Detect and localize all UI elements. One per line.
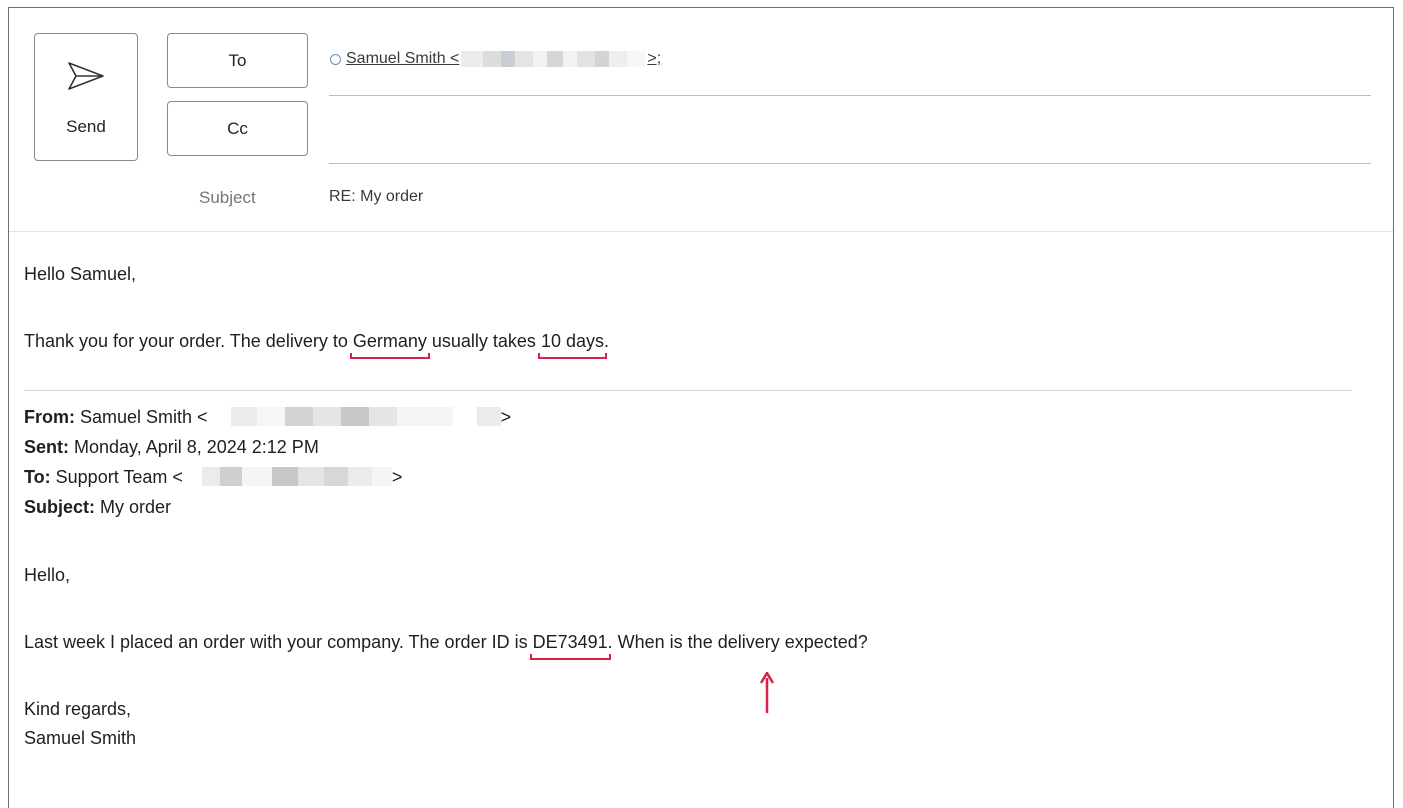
quoted-text-2: . When is the delivery expected? (607, 632, 868, 652)
reply-greeting: Hello Samuel, (24, 264, 137, 284)
quoted-subject: Subject: My order (24, 497, 171, 518)
quoted-greeting: Hello, (24, 565, 71, 585)
recipient-link[interactable]: Samuel Smith < >; (346, 50, 661, 68)
to-end: > (391, 467, 403, 487)
reply-text-1: Thank you for your order. The delivery t… (24, 331, 353, 351)
annotated-duration: 10 days (537, 331, 608, 359)
to-label: To: (24, 467, 51, 487)
from-value: Samuel Smith < (75, 407, 208, 427)
annotated-country: Germany (349, 331, 430, 359)
to-recipient[interactable]: Samuel Smith < >; (330, 50, 661, 68)
send-button[interactable]: Send (34, 33, 138, 161)
quoted-body: Last week I placed an order with your co… (24, 632, 868, 660)
from-label: From: (24, 407, 75, 427)
subject-field[interactable]: RE: My order (329, 188, 423, 206)
up-arrow-icon (760, 672, 774, 713)
quoted-closing: Kind regards, (24, 699, 132, 719)
subject-label-quoted: Subject: (24, 497, 96, 517)
recipient-end: >; (647, 50, 662, 67)
quoted-signature: Samuel Smith (24, 728, 137, 748)
quoted-from: From: Samuel Smith < > (24, 407, 511, 428)
redacted-email (187, 467, 392, 486)
from-end: > (500, 407, 512, 427)
cc-field-underline[interactable] (329, 163, 1371, 164)
quoted-to: To: Support Team < > (24, 467, 402, 488)
quoted-text-1: Last week I placed an order with your co… (24, 632, 533, 652)
sent-value: Monday, April 8, 2024 2:12 PM (69, 437, 319, 457)
to-value: Support Team < (50, 467, 183, 487)
cc-button[interactable]: Cc (167, 101, 308, 156)
compose-header: Send To Cc Samuel Smith < >; Subject RE:… (9, 8, 1393, 232)
recipient-name: Samuel Smith < (346, 50, 460, 67)
to-button[interactable]: To (167, 33, 308, 88)
email-compose-window: Send To Cc Samuel Smith < >; Subject RE:… (8, 7, 1394, 808)
send-label: Send (66, 117, 106, 136)
reply-text-2: usually takes (426, 331, 541, 351)
subject-label: Subject (199, 188, 256, 207)
redacted-email (212, 407, 501, 426)
sent-label: Sent: (24, 437, 69, 457)
presence-status-icon (330, 53, 341, 65)
reply-body: Thank you for your order. The delivery t… (24, 331, 609, 359)
quoted-sent: Sent: Monday, April 8, 2024 2:12 PM (24, 437, 319, 458)
to-field-underline[interactable] (329, 95, 1371, 96)
send-icon (68, 62, 104, 90)
redacted-email (461, 51, 646, 67)
reply-text-3: . (603, 331, 609, 351)
annotated-order-id: DE73491 (529, 632, 611, 660)
quote-separator (24, 390, 1352, 391)
subject-value-quoted: My order (95, 497, 172, 517)
